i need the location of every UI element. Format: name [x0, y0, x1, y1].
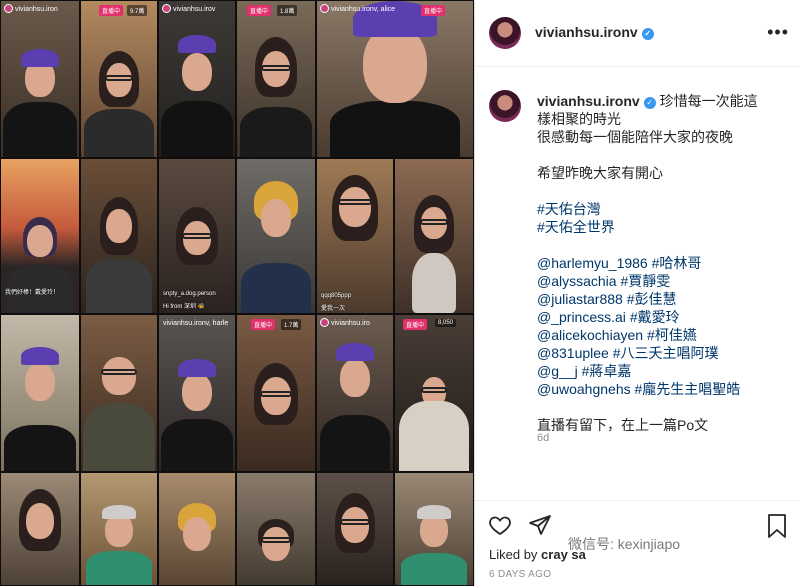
live-tile: 直播中 9.7萬	[80, 0, 158, 158]
mention-link[interactable]: @alyssachia	[537, 273, 617, 289]
live-username: vivianhsu.irov	[173, 6, 216, 13]
viewer-count: 1.7萬	[281, 319, 302, 330]
caption-avatar[interactable]	[489, 90, 521, 122]
live-tile	[0, 472, 80, 586]
post-date[interactable]: 6 DAYS AGO	[489, 569, 551, 580]
post-header: vivianhsu.ironv ✓ •••	[475, 0, 800, 67]
caption-line: 很感動每一個能陪伴大家的夜晚	[537, 129, 733, 145]
live-tile	[236, 158, 316, 314]
hashtag-link[interactable]: #戴愛玲	[630, 309, 680, 325]
author-username[interactable]: vivianhsu.ironv ✓	[535, 24, 654, 40]
liked-by-prefix: Liked by	[489, 547, 538, 562]
live-tile: 我們好棒！戴愛玲！	[0, 158, 80, 314]
avatar	[320, 4, 329, 13]
mention-link[interactable]: @harlemyu_1986	[537, 255, 648, 271]
live-tile: 直播中 1.7萬	[236, 314, 316, 472]
live-comment: 我們好棒！戴愛玲！	[5, 290, 60, 296]
hashtag-link[interactable]: #賈靜雯	[620, 273, 670, 289]
caption-line: 樣相聚的時光	[537, 111, 621, 127]
heart-icon[interactable]	[487, 513, 513, 537]
live-badge: 直播中	[421, 5, 446, 16]
viewer-count: 1.8萬	[277, 5, 298, 16]
hashtag-link[interactable]: #哈林哥	[652, 255, 702, 271]
live-comment: qqq805ppp	[321, 293, 352, 299]
share-icon[interactable]	[527, 513, 553, 537]
live-username: vivianhsu.iron	[15, 6, 58, 13]
viewer-count: 8,050	[435, 319, 457, 327]
live-username: vivianhsu.ironv, harle	[163, 320, 229, 327]
mention-link[interactable]: @_princess.ai	[537, 309, 626, 325]
liked-by-user[interactable]: cray	[541, 547, 568, 562]
live-tile	[80, 472, 158, 586]
hashtag-link[interactable]: #天佑台灣	[537, 200, 787, 218]
live-tile: snpty_a.dog.person Hi from 深圳 🐝	[158, 158, 236, 314]
mention-link[interactable]: @831uplee	[537, 345, 609, 361]
live-comment: snpty_a.dog.person	[163, 291, 216, 297]
caption-line: 希望昨晚大家有開心	[537, 165, 663, 181]
hashtag-link[interactable]: #龐先生主唱聖皓	[635, 381, 741, 397]
mention-link[interactable]: @alicekochiayen	[537, 327, 643, 343]
mention-link[interactable]: @juliastar888	[537, 291, 623, 307]
author-avatar[interactable]	[489, 17, 521, 49]
live-username: vivianhsu.ironv, alice	[331, 6, 396, 13]
caption-age[interactable]: 6d	[537, 432, 549, 444]
avatar	[320, 318, 329, 327]
live-tile: vivianhsu.ironv, alice 直播中	[316, 0, 474, 158]
live-tile	[158, 472, 236, 586]
live-tile	[0, 314, 80, 472]
live-username: vivianhsu.iro	[331, 320, 370, 327]
live-badge: 直播中	[247, 5, 272, 16]
instagram-post-view: vivianhsu.iron 直播中 9.7萬 vivianhsu.irov 直…	[0, 0, 800, 586]
bookmark-icon[interactable]	[765, 513, 789, 539]
verified-badge-icon: ✓	[641, 28, 654, 40]
more-options-icon[interactable]: •••	[767, 22, 789, 43]
live-tile: vivianhsu.irov	[158, 0, 236, 158]
live-tile: vivianhsu.ironv, harle	[158, 314, 236, 472]
live-tile: vivianhsu.iro	[316, 314, 394, 472]
hashtag-link[interactable]: #柯佳嬿	[647, 327, 697, 343]
hashtag-link[interactable]: #八三夭主唱阿璞	[613, 345, 719, 361]
watermark: 微信号: kexinjiapo	[568, 536, 681, 552]
live-comment: Hi from 深圳 🐝	[163, 304, 206, 310]
live-tile	[236, 472, 316, 586]
live-tile	[394, 158, 474, 314]
post-detail-panel: vivianhsu.ironv ✓ ••• vivianhsu.ironv ✓ 珍惜…	[474, 0, 800, 586]
mention-link[interactable]: @uwoahgnehs	[537, 381, 631, 397]
live-tile: 直播中 1.8萬	[236, 0, 316, 158]
caption-text: vivianhsu.ironv ✓ 珍惜每一次能這 樣相聚的時光 很感動每一個能陪…	[537, 92, 787, 434]
live-tile: 直播中 8,050	[394, 314, 474, 472]
avatar	[162, 4, 171, 13]
hashtag-link[interactable]: #彭佳慧	[627, 291, 677, 307]
live-badge: 直播中	[99, 5, 124, 16]
author-username-text[interactable]: vivianhsu.ironv	[535, 24, 638, 40]
avatar	[4, 4, 13, 13]
verified-badge-icon: ✓	[643, 97, 656, 109]
caption-line: 珍惜每一次能這	[659, 93, 758, 109]
caption-username[interactable]: vivianhsu.ironv	[537, 93, 640, 109]
live-comment: 愛我一次	[321, 306, 346, 312]
viewer-count: 9.7萬	[127, 5, 148, 16]
live-tile	[316, 472, 394, 586]
live-tile: qqq805ppp 愛我一次	[316, 158, 394, 314]
live-tile	[394, 472, 474, 586]
hashtag-link[interactable]: #蔣卓嘉	[582, 363, 632, 379]
live-tile: vivianhsu.iron	[0, 0, 80, 158]
caption-line: 直播有留下，在上一篇Po文	[537, 417, 709, 433]
live-tile	[80, 158, 158, 314]
live-badge: 直播中	[251, 319, 276, 330]
live-tile	[80, 314, 158, 472]
post-image-collage[interactable]: vivianhsu.iron 直播中 9.7萬 vivianhsu.irov 直…	[0, 0, 474, 586]
live-badge: 直播中	[403, 319, 428, 330]
mention-link[interactable]: @g__j	[537, 363, 578, 379]
hashtag-link[interactable]: #天佑全世界	[537, 218, 787, 236]
